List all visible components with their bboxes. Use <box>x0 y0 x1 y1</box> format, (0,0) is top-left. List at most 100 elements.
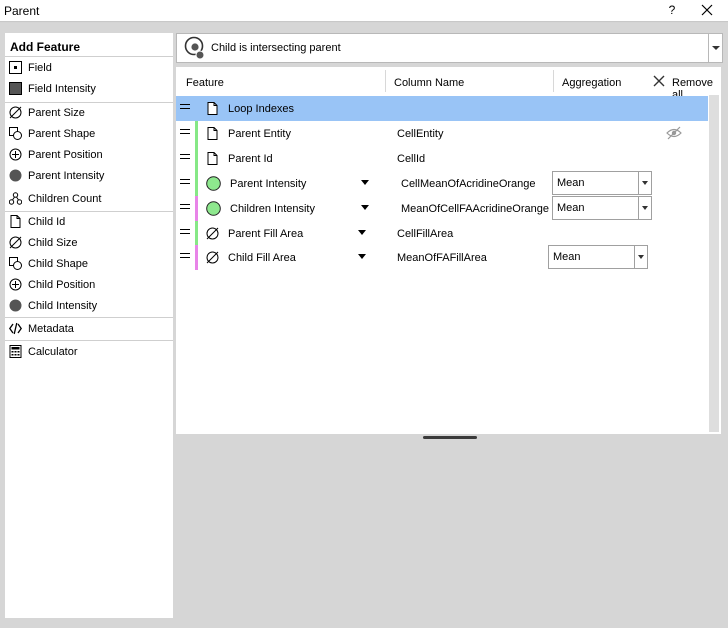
caret-down-icon[interactable] <box>361 180 369 185</box>
splitter-handle[interactable] <box>423 436 477 439</box>
sidebar-item-label: Child Intensity <box>28 300 98 312</box>
aggregation-dropdown-button[interactable] <box>638 197 651 219</box>
aggregation-dropdown-button[interactable] <box>638 172 651 194</box>
column-name[interactable]: MeanOfCellFAAcridineOrange <box>401 203 549 215</box>
sidebar-item-label: Child Position <box>28 279 96 291</box>
sidebar-item-label: Metadata <box>28 323 74 335</box>
drag-handle-icon[interactable] <box>180 154 190 159</box>
vertical-scrollbar[interactable] <box>709 95 719 432</box>
sidebar-item-label: Parent Position <box>28 149 103 161</box>
document-icon <box>207 102 218 115</box>
help-button[interactable]: ? <box>666 3 678 17</box>
aggregation-select[interactable]: Mean <box>552 196 652 220</box>
feature-name: Parent Fill Area <box>228 228 304 240</box>
document-icon <box>10 215 21 228</box>
feature-name: Loop Indexes <box>228 103 295 115</box>
relation-dropdown-button[interactable] <box>708 34 722 62</box>
sidebar-item-label: Field <box>28 62 52 74</box>
sidebar-item-label: Field Intensity <box>28 83 96 95</box>
parent-bar <box>195 221 198 246</box>
caret-down-icon[interactable] <box>361 205 369 210</box>
header-column-name[interactable]: Column Name <box>394 77 464 89</box>
aggregation-select[interactable]: Mean <box>548 245 648 269</box>
shape-icon <box>9 127 22 140</box>
sidebar-item-metadata[interactable]: Metadata <box>5 319 173 340</box>
table-row-parent-fill-area[interactable]: Parent Fill Area CellFillArea <box>176 221 708 246</box>
size-icon <box>9 236 22 249</box>
feature-name: Parent Id <box>228 153 273 165</box>
remove-all-icon[interactable] <box>653 75 665 87</box>
sidebar-item-parent-size[interactable]: Parent Size <box>5 103 173 124</box>
field-icon <box>9 61 22 74</box>
column-name[interactable]: CellMeanOfAcridineOrange <box>401 178 536 190</box>
relation-dropdown[interactable]: Child is intersecting parent <box>176 33 723 63</box>
sidebar-item-children-count[interactable]: Children Count <box>5 189 173 210</box>
aggregation-dropdown-button[interactable] <box>634 246 647 268</box>
drag-handle-icon[interactable] <box>180 253 190 258</box>
parent-bar <box>195 146 198 171</box>
table-row-parent-id[interactable]: Parent Id CellId <box>176 146 708 171</box>
header-feature[interactable]: Feature <box>186 77 224 89</box>
sidebar-item-parent-intensity[interactable]: Parent Intensity <box>5 166 173 187</box>
column-separator[interactable] <box>385 70 386 92</box>
chevron-down-icon <box>712 46 720 50</box>
table-row-child-fill-area[interactable]: Child Fill Area MeanOfFAFillArea Mean <box>176 245 708 270</box>
sidebar-item-child-intensity[interactable]: Child Intensity <box>5 296 173 317</box>
drag-handle-icon[interactable] <box>180 179 190 184</box>
size-icon <box>206 227 219 240</box>
sidebar-item-parent-shape[interactable]: Parent Shape <box>5 124 173 145</box>
eye-hidden-icon[interactable] <box>666 126 682 140</box>
aggregation-value: Mean <box>553 251 581 263</box>
divider <box>5 317 173 318</box>
sidebar-item-label: Children Count <box>28 193 102 205</box>
document-icon <box>207 127 218 140</box>
caret-down-icon[interactable] <box>358 230 366 235</box>
caret-down-icon[interactable] <box>358 254 366 259</box>
sidebar-item-parent-position[interactable]: Parent Position <box>5 145 173 166</box>
green-circle-icon <box>206 176 221 191</box>
column-name[interactable]: CellId <box>397 153 425 165</box>
sidebar-item-child-shape[interactable]: Child Shape <box>5 254 173 275</box>
intensity-icon <box>9 169 22 182</box>
drag-handle-icon[interactable] <box>180 229 190 234</box>
document-icon <box>207 152 218 165</box>
aggregation-value: Mean <box>557 202 585 214</box>
dialog-content: Add Feature Field Field Intensity Parent… <box>0 23 728 628</box>
calculator-icon <box>9 345 22 358</box>
sidebar-item-child-position[interactable]: Child Position <box>5 275 173 296</box>
code-icon <box>9 322 22 335</box>
table-row-children-intensity[interactable]: Children Intensity MeanOfCellFAAcridineO… <box>176 196 708 221</box>
header-aggregation[interactable]: Aggregation <box>562 77 621 89</box>
sidebar-item-label: Child Size <box>28 237 78 249</box>
column-name[interactable]: CellFillArea <box>397 228 453 240</box>
feature-name: Child Fill Area <box>228 252 296 264</box>
sidebar-item-label: Parent Intensity <box>28 170 105 182</box>
feature-name: Children Intensity <box>230 203 315 215</box>
drag-handle-icon[interactable] <box>180 204 190 209</box>
parent-bar <box>195 121 198 146</box>
sidebar-item-child-size[interactable]: Child Size <box>5 233 173 254</box>
close-icon[interactable] <box>700 3 714 17</box>
table-row-loop-indexes[interactable]: Loop Indexes <box>176 96 708 121</box>
column-separator[interactable] <box>553 70 554 92</box>
title-bar: Parent ? <box>0 0 728 22</box>
feature-table: Feature Column Name Aggregation Remove a… <box>176 67 721 434</box>
drag-handle-icon[interactable] <box>180 129 190 134</box>
drag-handle-icon[interactable] <box>180 104 190 109</box>
children-count-icon <box>9 192 22 205</box>
table-row-parent-entity[interactable]: Parent Entity CellEntity <box>176 121 708 146</box>
sidebar-item-child-id[interactable]: Child Id <box>5 212 173 233</box>
green-circle-icon <box>206 201 221 216</box>
column-name[interactable]: MeanOfFAFillArea <box>397 252 487 264</box>
child-bar <box>195 245 198 270</box>
column-name[interactable]: CellEntity <box>397 128 443 140</box>
intensity-icon <box>9 299 22 312</box>
table-row-parent-intensity[interactable]: Parent Intensity CellMeanOfAcridineOrang… <box>176 171 708 196</box>
sidebar-item-label: Calculator <box>28 346 78 358</box>
sidebar-item-field-intensity[interactable]: Field Intensity <box>5 79 173 100</box>
aggregation-select[interactable]: Mean <box>552 171 652 195</box>
sidebar-item-label: Parent Shape <box>28 128 96 140</box>
sidebar-item-calculator[interactable]: Calculator <box>5 342 173 363</box>
intersecting-icon <box>184 36 205 60</box>
sidebar-item-field[interactable]: Field <box>5 58 173 79</box>
